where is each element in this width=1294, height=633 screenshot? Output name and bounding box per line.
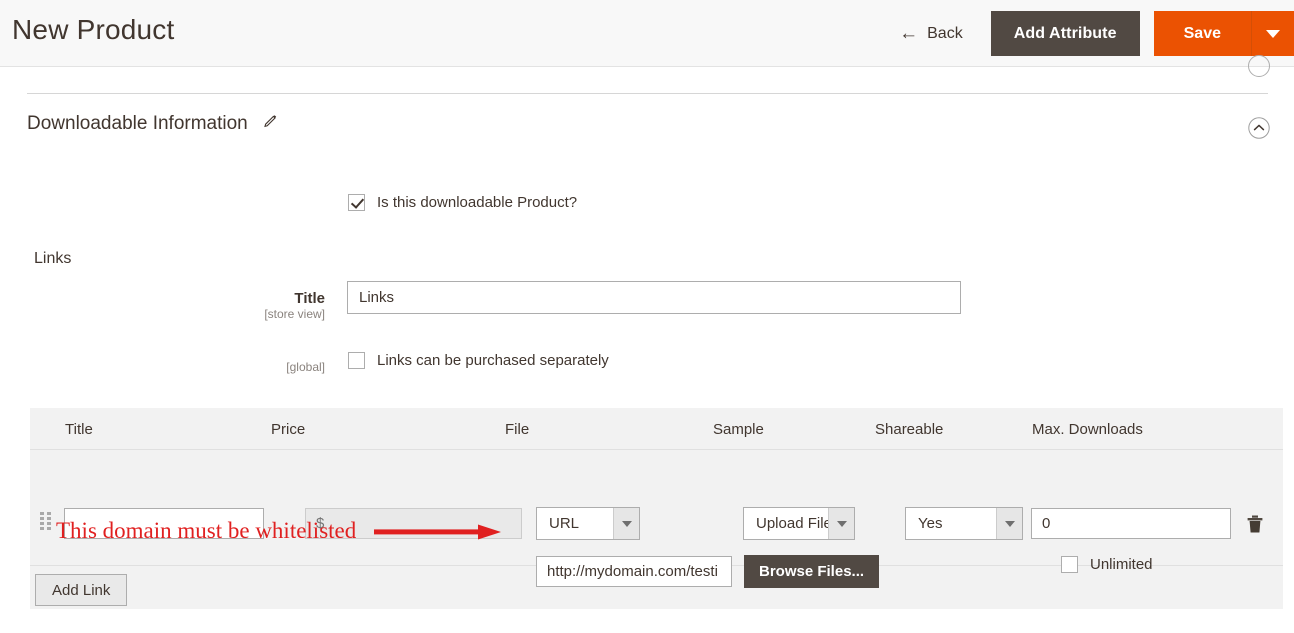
sample-type-select[interactable]: Upload File [743, 507, 855, 540]
sample-type-select-value: Upload File [756, 515, 832, 532]
add-link-button[interactable]: Add Link [35, 574, 128, 606]
column-header-max-downloads: Max. Downloads [1032, 421, 1143, 438]
column-header-price: Price [271, 421, 306, 438]
save-button[interactable]: Save [1153, 11, 1251, 56]
shareable-select-value: Yes [918, 515, 943, 532]
header-actions: ← Back Add Attribute Save [899, 0, 1294, 67]
chevron-down-icon[interactable] [828, 508, 854, 539]
section-title: Downloadable Information [27, 113, 248, 134]
shareable-select[interactable]: Yes [905, 507, 1023, 540]
annotation-text: This domain must be whitelisted [56, 518, 357, 543]
is-downloadable-checkbox[interactable] [348, 194, 365, 211]
section-divider [27, 93, 1268, 94]
is-downloadable-row[interactable]: Is this downloadable Product? [348, 194, 577, 211]
links-table: Title Price File Sample Shareable Max. D… [30, 408, 1283, 609]
back-button[interactable]: ← Back [899, 24, 985, 43]
save-dropdown-button[interactable] [1251, 11, 1294, 56]
add-attribute-button[interactable]: Add Attribute [990, 11, 1140, 56]
chevron-down-icon[interactable] [996, 508, 1022, 539]
purchase-separately-row[interactable]: Links can be purchased separately [348, 352, 609, 369]
column-header-shareable: Shareable [875, 421, 944, 438]
delete-row-button[interactable] [1243, 512, 1267, 536]
section-collapse-icon[interactable] [1248, 117, 1270, 139]
previous-section-clipped [0, 55, 1294, 94]
title-field-label: Title [294, 290, 325, 307]
links-title-input[interactable] [347, 281, 961, 314]
back-button-label: Back [927, 24, 963, 42]
links-table-header: Title Price File Sample Shareable Max. D… [30, 408, 1283, 450]
links-table-footer: Add Link [30, 566, 1283, 608]
column-header-title: Title [65, 421, 93, 438]
chevron-down-icon[interactable] [613, 508, 639, 539]
trash-icon [1247, 515, 1263, 533]
save-button-group: Save [1153, 11, 1294, 56]
file-type-select[interactable]: URL [536, 507, 640, 540]
purchase-separately-checkbox[interactable] [348, 352, 365, 369]
drag-handle-icon[interactable] [40, 512, 51, 530]
title-field-scope: [store view] [264, 307, 325, 321]
page-header: New Product ← Back Add Attribute Save [0, 0, 1294, 67]
file-type-select-value: URL [549, 515, 580, 532]
column-header-sample: Sample [713, 421, 764, 438]
column-header-file: File [505, 421, 530, 438]
caret-down-icon [1266, 29, 1280, 38]
table-row: URL Upload File Yes Browse File [30, 450, 1283, 588]
product-edit-page: New Product ← Back Add Attribute Save Do… [0, 0, 1294, 633]
page-title: New Product [12, 14, 175, 45]
purchase-separately-scope: [global] [286, 360, 325, 374]
max-downloads-input[interactable] [1031, 508, 1231, 539]
is-downloadable-label: Is this downloadable Product? [377, 194, 578, 211]
arrow-right-icon [374, 524, 502, 540]
pencil-icon[interactable] [262, 113, 279, 135]
downloadable-section-header[interactable]: Downloadable Information [27, 113, 279, 135]
purchase-separately-label: Links can be purchased separately [377, 352, 609, 369]
arrow-left-icon: ← [899, 23, 919, 44]
links-group-heading: Links [34, 250, 72, 267]
previous-section-collapse-icon[interactable] [1248, 55, 1270, 77]
